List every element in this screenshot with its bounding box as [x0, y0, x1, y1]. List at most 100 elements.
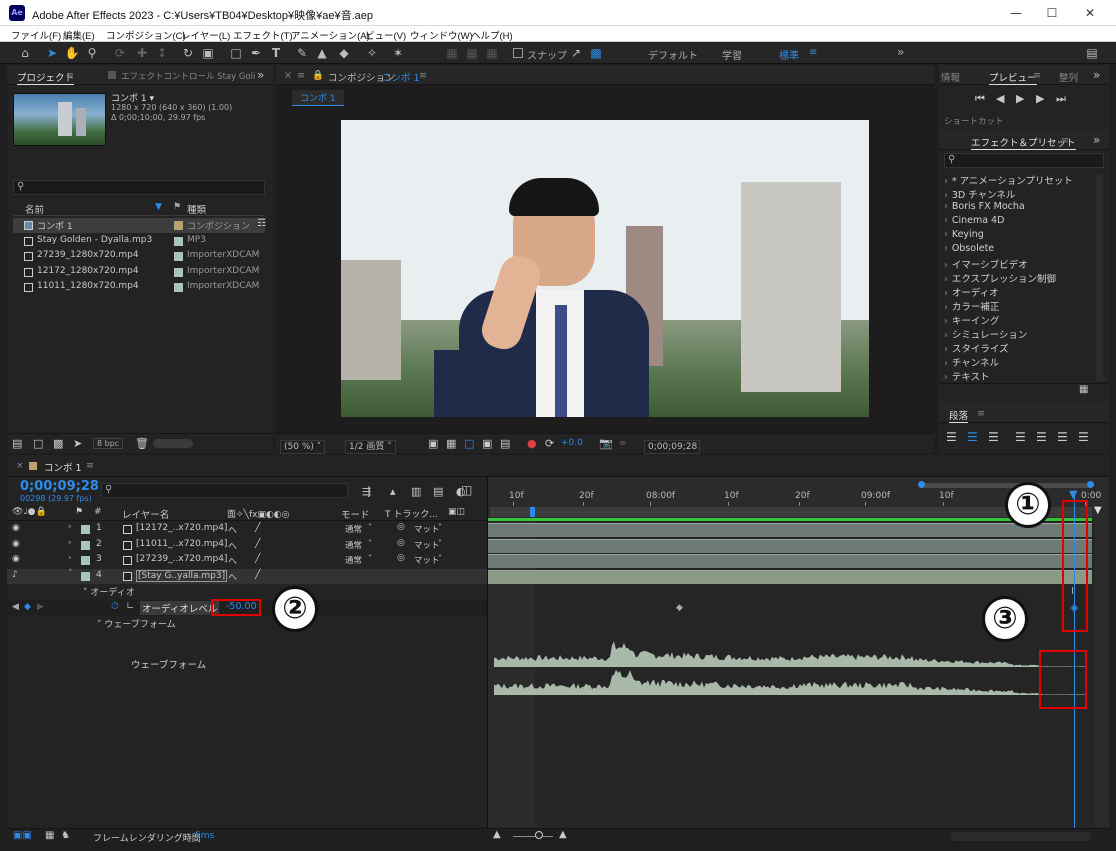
label-color-swatch[interactable] [174, 252, 183, 261]
timeline-menu-icon[interactable]: ≡ [86, 460, 94, 471]
layer-name[interactable]: [27239_..x720.mp4] [136, 554, 227, 564]
effects-category-item[interactable]: › チャンネル [944, 355, 999, 369]
trash-icon[interactable]: 🗑 [135, 437, 149, 450]
transparency-grid-icon[interactable]: ▦ [446, 437, 456, 450]
zoom-slider-thumb[interactable] [535, 831, 543, 839]
effects-category-item[interactable]: › キーイング [944, 313, 999, 327]
project-menu-icon[interactable]: ≡ [66, 70, 74, 81]
orbit-tool-icon[interactable]: ⟳ [112, 45, 128, 61]
menu-file[interactable]: ファイル(F) [11, 28, 61, 42]
shy-layers-icon[interactable]: ▥ [411, 485, 421, 498]
chevron-right-icon[interactable]: › [68, 538, 72, 548]
label-tag-icon[interactable]: ⚑ [173, 202, 181, 212]
collapse-switch-icon[interactable]: へ [228, 570, 237, 583]
first-frame-icon[interactable]: ⏮ [975, 92, 985, 106]
chevron-right-icon[interactable]: ˅ [68, 569, 73, 579]
mask-visibility-icon[interactable]: □ [464, 437, 474, 450]
panel-overflow-icon[interactable]: » [257, 68, 264, 82]
comp-menu-icon[interactable]: ≡ [419, 70, 427, 81]
new-preset-icon[interactable]: ▦ [1079, 384, 1088, 395]
layer-row[interactable]: ♪ ˅ 4 [Stay G..yalla.mp3] へ ╱ [7, 568, 487, 584]
collapse-switch-icon[interactable]: へ [228, 554, 237, 567]
layer-duration-bar[interactable] [488, 554, 1092, 568]
quality-switch-icon[interactable]: ╱ [255, 539, 260, 549]
tab-effects-presets[interactable]: エフェクト＆プリセット [971, 135, 1076, 150]
keyframe-marker[interactable]: ◆ [676, 603, 683, 613]
project-item-row[interactable]: Stay Golden - Dyalla.mp3 MP3 [13, 234, 265, 249]
zoom-select[interactable]: (50 %) ˅ [280, 440, 326, 454]
work-area-start-handle[interactable] [530, 507, 535, 517]
dolly-tool-icon[interactable]: ↕ [154, 45, 170, 61]
layer-duration-bar[interactable] [488, 569, 1092, 584]
clone-tool-icon[interactable]: ▲ [314, 45, 330, 61]
menu-window[interactable]: ウィンドウ(W) [410, 28, 473, 42]
effects-category-item[interactable]: › カラー補正 [944, 299, 999, 313]
show-snapshot-icon[interactable]: ⚭ [618, 437, 627, 450]
time-navigator-bar[interactable] [918, 481, 1094, 488]
menu-animation[interactable]: アニメーション(A) [291, 28, 370, 42]
comp-breadcrumb[interactable]: コンポ 1 [292, 90, 344, 106]
menu-effect[interactable]: エフェクト(T) [233, 28, 293, 42]
chevron-right-icon[interactable]: › [68, 553, 72, 563]
speaker-icon[interactable]: ♪ [12, 570, 18, 580]
draft-3d-icon[interactable]: ▴ [390, 485, 396, 498]
snap-edge-icon[interactable]: ↗ [568, 45, 584, 61]
axis-local-icon[interactable]: ▦ [444, 45, 460, 61]
label-color-swatch[interactable] [81, 571, 90, 581]
zoom-out-icon[interactable]: ▲ [493, 829, 501, 840]
effects-category-item[interactable]: › テキスト [944, 369, 990, 383]
workspace-default[interactable]: デフォルト [648, 47, 698, 62]
align-left-icon[interactable]: ☰ [946, 430, 957, 444]
search-help-icon[interactable]: ▤ [1084, 45, 1100, 61]
flowchart-icon[interactable]: ☶ [257, 218, 266, 229]
project-item-row[interactable]: 12172_1280x720.mp4 ImporterXDCAM [13, 265, 265, 280]
layer-mode-select[interactable]: 通常 [345, 523, 362, 535]
tab-info[interactable]: 情報 [941, 70, 960, 84]
menu-icon[interactable]: ≡ [297, 70, 305, 81]
bpc-button[interactable]: 8 bpc [93, 438, 124, 449]
in-out-icon[interactable]: ♞ [61, 830, 70, 841]
tab-preview[interactable]: プレビュー [989, 70, 1037, 85]
track-matte-header[interactable]: T トラック... [385, 507, 438, 520]
menu-layer[interactable]: レイヤー(L) [181, 28, 230, 42]
close-tab-icon[interactable]: × [16, 461, 24, 471]
new-comp-icon[interactable]: ▩ [53, 437, 63, 450]
menu-edit[interactable]: 編集(E) [63, 28, 95, 42]
preview-menu-icon[interactable]: ≡ [1033, 70, 1041, 81]
justify-left-icon[interactable]: ☰ [1015, 430, 1026, 444]
comp-marker-bin-icon[interactable]: ▼ [1094, 505, 1102, 516]
snap-grid-icon[interactable]: ▩ [588, 45, 604, 61]
effects-category-item[interactable]: › オーディオ [944, 285, 999, 299]
minimize-icon[interactable]: — [1006, 5, 1026, 21]
next-frame-icon[interactable]: ▶ [1036, 92, 1044, 105]
prev-keyframe-icon[interactable]: ◀ [12, 602, 19, 612]
rotate-tool-icon[interactable]: ↻ [180, 45, 196, 61]
effects-category-item[interactable]: › イマーシブビデオ [944, 257, 1028, 271]
align-right-icon[interactable]: ☰ [988, 430, 999, 444]
matte-icon[interactable]: ◎ [397, 553, 405, 563]
project-item-row[interactable]: コンポ 1 コンポジション [13, 218, 265, 233]
layer-duration-bar[interactable] [488, 538, 1092, 553]
quality-switch-icon[interactable]: ╱ [255, 570, 260, 580]
frame-blending-icon[interactable]: ▤ [433, 485, 443, 498]
track-matte-select[interactable]: マット [414, 554, 440, 566]
render-queue-icon[interactable]: ➤ [73, 437, 82, 450]
effects-category-item[interactable]: › シミュレーション [944, 327, 1027, 341]
col-type-header[interactable]: 種類 [187, 202, 206, 216]
mode-header[interactable]: モード [341, 507, 370, 521]
layer-duration-bar[interactable] [488, 523, 1092, 537]
transfer-controls-icon[interactable]: ▦ [45, 830, 54, 841]
current-time-display[interactable]: 0;00;09;28 [644, 440, 700, 454]
waveform-group-row[interactable]: ˅ ウェーブフォーム [97, 617, 176, 632]
color-channels-icon[interactable]: ● [527, 437, 537, 450]
effects-category-item[interactable]: › エクスプレッション制御 [944, 271, 1056, 285]
tab-align[interactable]: 整列 [1059, 70, 1078, 84]
label-color-swatch[interactable] [174, 236, 183, 246]
effects-category-item[interactable]: › * アニメーションプリセット [944, 173, 1073, 187]
zoom-slider[interactable] [513, 836, 553, 837]
project-item-row[interactable]: 27239_1280x720.mp4 ImporterXDCAM [13, 249, 265, 264]
next-keyframe-icon[interactable]: ▶ [37, 602, 44, 612]
collapse-switch-icon[interactable]: へ [228, 539, 237, 552]
snapshot-camera-icon[interactable]: 📷 [599, 437, 613, 450]
exposure-value[interactable]: +0.0 [561, 438, 583, 448]
